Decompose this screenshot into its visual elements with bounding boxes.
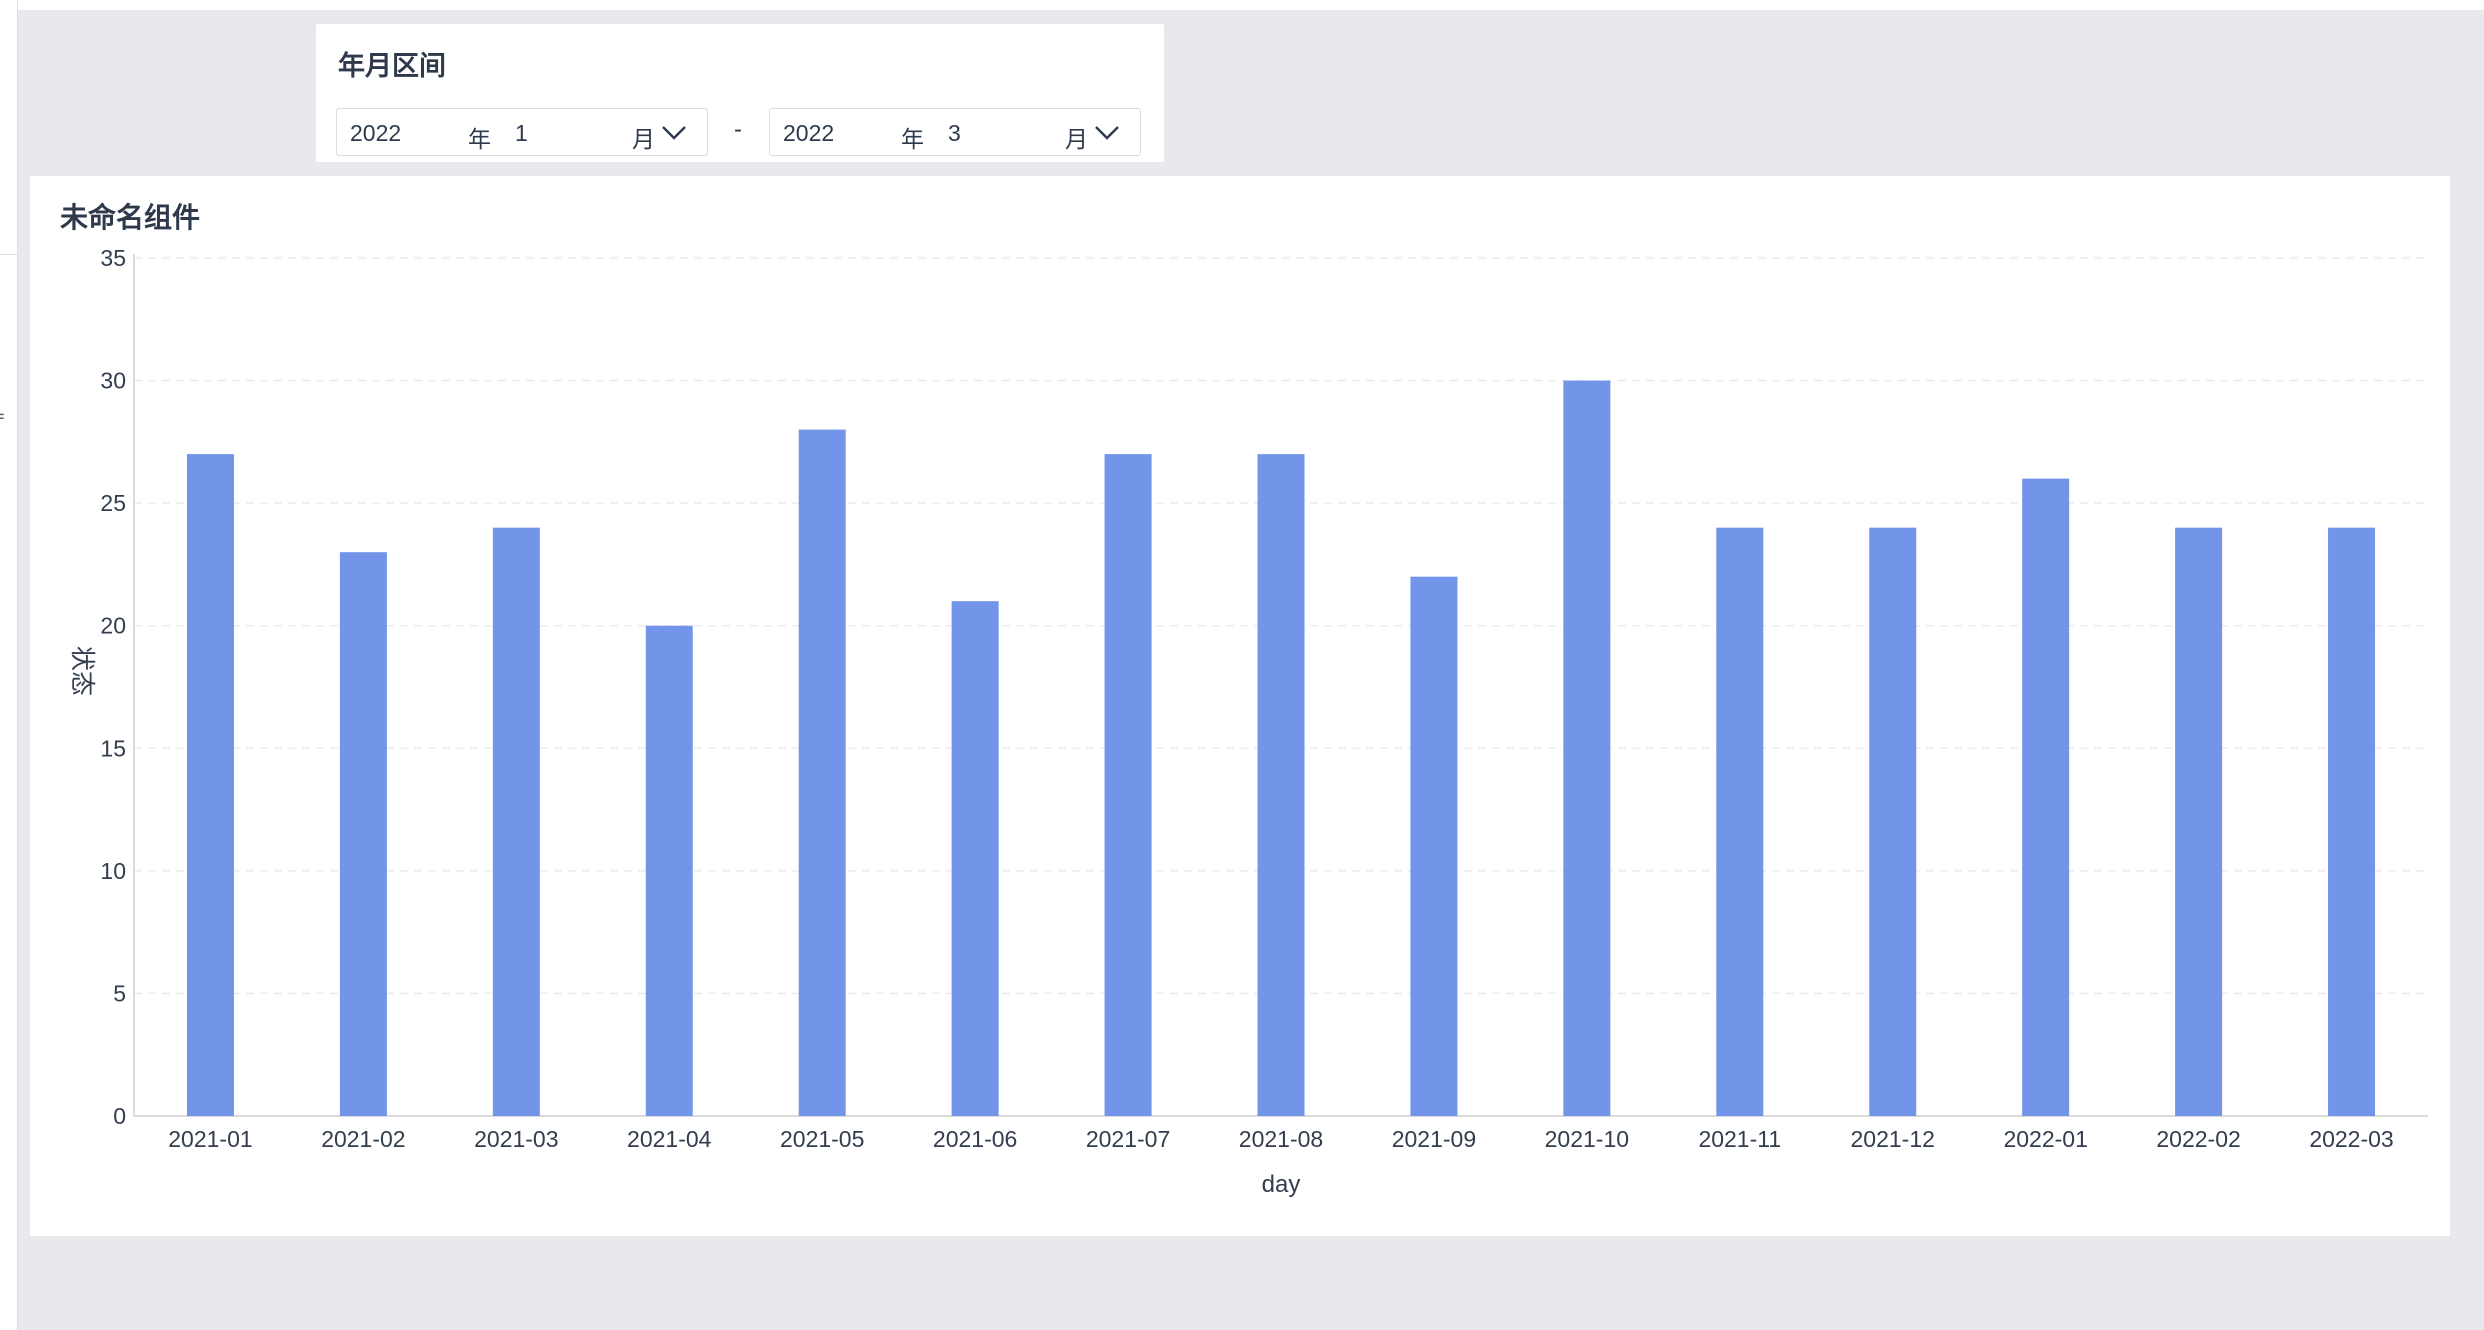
left-panel-cut-glyph: ⊧ — [0, 404, 5, 430]
year-month-range-filter: 年月区间 2022 年 1 月 - 2022 年 3 月 — [316, 24, 1164, 162]
start-year-value: 2022 — [350, 120, 402, 146]
y-tick-label: 15 — [100, 735, 126, 761]
start-month-unit: 月 — [632, 126, 655, 152]
left-panel-edge: ⊧ — [0, 0, 18, 1330]
y-tick-label: 25 — [100, 490, 126, 516]
y-tick-label: 35 — [100, 245, 126, 271]
x-tick-label: 2021-08 — [1239, 1126, 1323, 1152]
start-year-month-select[interactable]: 2022 年 1 月 — [336, 108, 708, 156]
bar — [951, 601, 999, 1116]
x-tick-label: 2021-02 — [321, 1126, 405, 1152]
bar — [1716, 527, 1764, 1116]
x-tick-label: 2021-03 — [474, 1126, 558, 1152]
bar — [1104, 454, 1152, 1117]
y-tick-label: 10 — [100, 858, 126, 884]
y-axis-title: 状态 — [68, 646, 96, 696]
x-tick-label: 2021-07 — [1086, 1126, 1170, 1152]
x-tick-label: 2022-01 — [2003, 1126, 2087, 1152]
x-tick-label: 2021-01 — [168, 1126, 252, 1152]
range-separator: - — [734, 116, 742, 143]
x-tick-label: 2021-05 — [780, 1126, 864, 1152]
x-tick-label: 2022-02 — [2156, 1126, 2240, 1152]
x-tick-label: 2021-06 — [933, 1126, 1017, 1152]
chevron-down-icon[interactable] — [659, 119, 689, 145]
left-panel-divider — [0, 254, 17, 255]
bar — [339, 552, 387, 1116]
x-tick-label: 2021-09 — [1392, 1126, 1476, 1152]
x-tick-label: 2021-12 — [1851, 1126, 1935, 1152]
bar — [645, 625, 693, 1116]
start-month-value: 1 — [515, 120, 528, 146]
end-year-value: 2022 — [783, 120, 835, 146]
bar — [1410, 576, 1458, 1116]
y-tick-label: 5 — [113, 980, 126, 1006]
end-month-unit: 月 — [1065, 126, 1088, 152]
bar — [1869, 527, 1917, 1116]
y-tick-label: 30 — [100, 368, 126, 394]
bar — [2022, 478, 2070, 1117]
chart-widget: 未命名组件 0 5 10 15 20 25 30 35 2021-01 2021-02 2021-0… — [30, 176, 2450, 1236]
x-tick-label: 2021-11 — [1698, 1126, 1781, 1152]
x-tick-label: 2021-10 — [1545, 1126, 1629, 1152]
bar — [492, 527, 540, 1116]
y-tick-label: 20 — [100, 613, 126, 639]
end-year-unit: 年 — [901, 126, 924, 152]
filter-title: 年月区间 — [338, 51, 446, 81]
y-tick-label: 0 — [113, 1103, 126, 1129]
end-month-value: 3 — [948, 120, 961, 146]
x-tick-label: 2022-03 — [2309, 1126, 2393, 1152]
bar — [1257, 454, 1305, 1117]
end-year-month-select[interactable]: 2022 年 3 月 — [769, 108, 1141, 156]
x-tick-label: 2021-04 — [627, 1126, 712, 1152]
bar — [2328, 527, 2376, 1116]
chevron-down-icon[interactable] — [1092, 119, 1122, 145]
bar — [2175, 527, 2223, 1116]
top-strip — [0, 0, 2484, 10]
x-axis-title: day — [1262, 1171, 1301, 1198]
bar — [186, 454, 234, 1117]
bar-chart: 0 5 10 15 20 25 30 35 2021-01 2021-02 2021-03 2021-… — [68, 245, 2428, 1198]
bar — [1563, 380, 1611, 1116]
bar — [798, 429, 846, 1117]
start-year-unit: 年 — [468, 126, 491, 152]
